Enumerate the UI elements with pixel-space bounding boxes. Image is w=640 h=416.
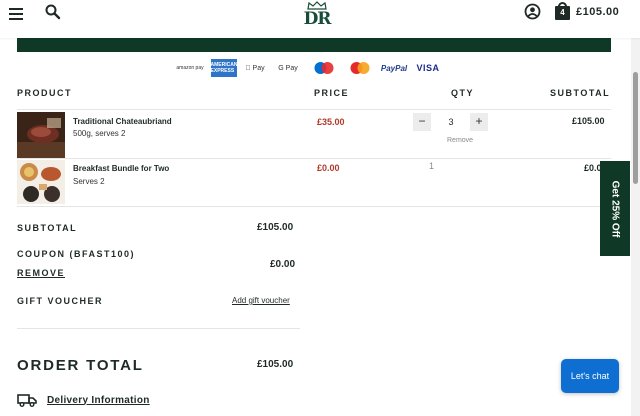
paypal-icon: PayPal xyxy=(380,63,408,73)
coupon-value: £0.00 xyxy=(270,259,296,270)
product-column-header: PRODUCT xyxy=(17,88,72,98)
price-column-header: PRICE xyxy=(314,88,350,98)
get-25-off-tab[interactable]: Get 25% Off xyxy=(600,161,630,256)
product-name[interactable]: Breakfast Bundle for Two xyxy=(73,164,169,173)
american-express-icon: AMERICAN EXPRESS xyxy=(211,59,237,77)
qty-column-header: QTY xyxy=(451,88,475,98)
product-description: Serves 2 xyxy=(73,177,105,186)
site-header: DR 4 £105.00 xyxy=(0,0,640,38)
subtotal-column-header: SUBTOTAL xyxy=(550,88,611,98)
gift-voucher-label: GIFT VOUCHER xyxy=(17,296,104,306)
apple-pay-icon:  Pay xyxy=(245,64,264,72)
payment-methods: amazon pay AMERICAN EXPRESS  Pay G Pay … xyxy=(175,58,449,78)
google-pay-icon: G Pay xyxy=(278,64,298,72)
coupon-label: COUPON (BFAST100) xyxy=(17,249,136,259)
product-price: £0.00 xyxy=(317,163,340,173)
product-image-breakfast-bundle[interactable] xyxy=(17,160,65,204)
add-gift-voucher-link[interactable]: Add gift voucher xyxy=(232,296,290,305)
subtotal-value: £105.00 xyxy=(257,222,294,233)
product-image-chateaubriand[interactable] xyxy=(17,112,65,158)
remove-coupon-link[interactable]: REMOVE xyxy=(17,268,65,278)
summary-divider xyxy=(17,328,300,329)
row-subtotal: £105.00 xyxy=(572,116,605,126)
lets-chat-button[interactable]: Let's chat xyxy=(561,359,619,393)
scrollbar-thumb[interactable] xyxy=(633,72,638,184)
visa-icon: VISA xyxy=(416,63,440,73)
product-description: 500g, serves 2 xyxy=(73,129,126,138)
basket-total[interactable]: £105.00 xyxy=(576,6,619,18)
order-total-label: ORDER TOTAL xyxy=(17,357,144,374)
qty-increase-button[interactable]: + xyxy=(470,113,488,131)
site-logo[interactable]: DR xyxy=(300,1,334,37)
remove-item-link[interactable]: Remove xyxy=(447,137,473,144)
page-scrollbar[interactable] xyxy=(631,38,640,416)
basket-count: 4 xyxy=(560,8,565,17)
logo-text: DR xyxy=(303,9,332,29)
table-divider xyxy=(17,206,611,207)
qty-value: 1 xyxy=(429,161,435,171)
search-icon[interactable] xyxy=(44,3,62,21)
order-total-value: £105.00 xyxy=(257,359,294,370)
delivery-information-link[interactable]: Delivery Information xyxy=(47,395,150,406)
table-divider xyxy=(17,158,611,159)
product-price: £35.00 xyxy=(317,117,345,127)
menu-icon[interactable] xyxy=(9,6,23,20)
qty-decrease-button[interactable]: − xyxy=(413,113,431,131)
delivery-truck-icon xyxy=(17,394,37,407)
subtotal-label: SUBTOTAL xyxy=(17,223,78,233)
maestro-icon xyxy=(309,59,339,77)
qty-input[interactable] xyxy=(436,113,466,131)
delivery-information[interactable]: Delivery Information xyxy=(17,392,150,408)
account-icon[interactable] xyxy=(524,3,541,20)
basket-icon[interactable]: 4 xyxy=(555,2,571,20)
mastercard-icon xyxy=(345,59,375,77)
product-name[interactable]: Traditional Chateaubriand xyxy=(73,117,172,126)
promo-tab-label: Get 25% Off xyxy=(609,180,621,237)
amazon-pay-icon: amazon pay xyxy=(176,65,204,71)
table-divider xyxy=(17,109,611,110)
